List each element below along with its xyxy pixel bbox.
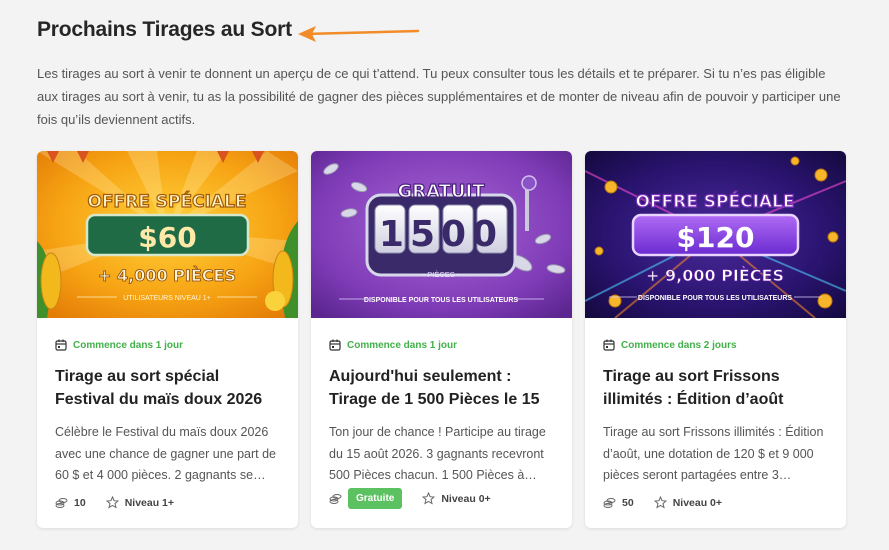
raffle-meta: 50 Niveau 0+	[603, 496, 722, 509]
coins-icon	[329, 494, 342, 504]
required-level: Niveau 1+	[124, 496, 175, 509]
required-level: Niveau 0+	[672, 496, 723, 509]
start-time-label: Commence dans 2 jours	[621, 339, 737, 351]
start-time-label: Commence dans 1 jour	[347, 339, 458, 351]
start-time: Commence dans 1 jour	[329, 338, 554, 352]
calendar-icon	[603, 339, 615, 351]
raffle-card-list: OFFRE SPÉCIALE $60 + 4,000 PIÈCES UTILIS…	[37, 151, 846, 528]
banner-headline: OFFRE SPÉCIALE	[87, 190, 246, 212]
start-time-label: Commence dans 1 jour	[73, 339, 184, 351]
arrow-left-icon	[298, 26, 420, 42]
raffle-banner-image: OFFRE SPÉCIALE $60 + 4,000 PIÈCES UTILIS…	[37, 151, 298, 318]
entry-cost: 50	[622, 496, 634, 509]
raffle-description: Célèbre le Festival du maïs doux 2026 av…	[55, 425, 277, 482]
raffle-card[interactable]: GRATUIT 1500 • PIÈCES • DISPONIBLE POUR …	[311, 151, 572, 528]
star-icon	[105, 496, 119, 509]
section-intro: Les tirages au sort à venir te donnent u…	[37, 66, 841, 127]
banner-amount: $60	[138, 221, 196, 254]
raffle-meta: Gratuite Niveau 0+	[329, 488, 491, 509]
banner-coins: + 9,000 PIÈCES	[646, 266, 784, 285]
star-icon	[422, 492, 436, 505]
raffle-title: Tirage au sort spécial Festival du maïs …	[55, 368, 263, 408]
raffle-title: Tirage au sort Frissons illimités : Édit…	[603, 368, 784, 408]
required-level: Niveau 0+	[441, 492, 491, 505]
banner-headline: GRATUIT	[397, 181, 485, 202]
raffle-description: Ton jour de chance ! Participe au tirage…	[329, 425, 546, 482]
section-header: Prochains Tirages au Sort	[37, 18, 292, 42]
start-time: Commence dans 2 jours	[603, 338, 828, 352]
page-title: Prochains Tirages au Sort	[37, 18, 292, 41]
banner-coins: • PIÈCES •	[423, 270, 460, 279]
banner-amount: $120	[677, 221, 755, 254]
banner-eligibility: UTILISATEURS NIVEAU 1+	[123, 295, 211, 302]
coins-icon	[603, 498, 616, 508]
star-icon	[653, 496, 667, 509]
start-time: Commence dans 1 jour	[55, 338, 280, 352]
banner-coins: + 4,000 PIÈCES	[98, 266, 236, 285]
banner-amount: 1500	[379, 214, 503, 255]
raffle-description: Tirage au sort Frissons illimités : Édit…	[603, 425, 824, 482]
raffle-card[interactable]: OFFRE SPÉCIALE $120 + 9,000 PIÈCES DISPO…	[585, 151, 846, 528]
banner-eligibility: DISPONIBLE POUR TOUS LES UTILISATEURS	[364, 297, 518, 304]
raffle-meta: 10 Niveau 1+	[55, 496, 174, 509]
banner-headline: OFFRE SPÉCIALE	[635, 190, 794, 212]
banner-eligibility: DISPONIBLE POUR TOUS LES UTILISATEURS	[638, 295, 792, 302]
free-badge: Gratuite	[348, 488, 403, 509]
coins-icon	[55, 498, 68, 508]
raffle-title: Aujourd'hui seulement : Tirage de 1 500 …	[329, 368, 540, 408]
raffle-banner-image: GRATUIT 1500 • PIÈCES • DISPONIBLE POUR …	[311, 151, 572, 318]
calendar-icon	[329, 339, 341, 351]
entry-cost: 10	[74, 496, 86, 509]
calendar-icon	[55, 339, 67, 351]
raffle-banner-image: OFFRE SPÉCIALE $120 + 9,000 PIÈCES DISPO…	[585, 151, 846, 318]
raffle-card[interactable]: OFFRE SPÉCIALE $60 + 4,000 PIÈCES UTILIS…	[37, 151, 298, 528]
